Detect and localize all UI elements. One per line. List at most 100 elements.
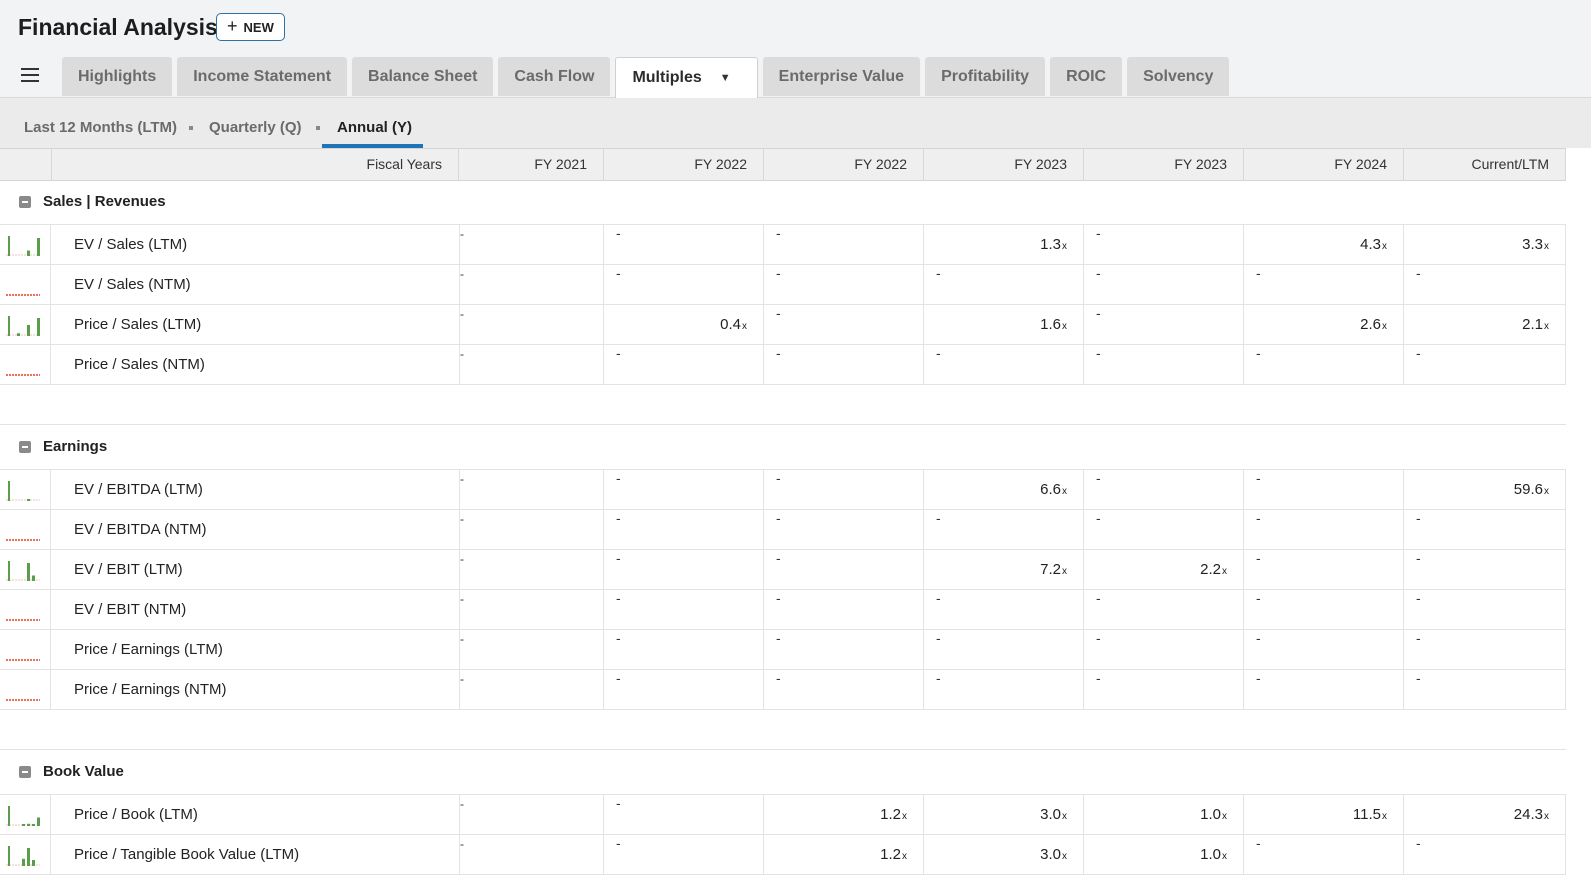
hamburger-menu-icon[interactable] xyxy=(21,68,39,82)
empty-value: - xyxy=(1256,630,1261,646)
new-button[interactable]: + NEW xyxy=(216,13,285,41)
column-header[interactable]: FY 2023 xyxy=(1084,149,1244,180)
collapse-icon[interactable] xyxy=(19,441,31,453)
sparkline-chart xyxy=(0,550,51,589)
value-unit: x xyxy=(1222,566,1227,577)
empty-value: - xyxy=(460,307,464,321)
tab-highlights[interactable]: Highlights xyxy=(62,57,173,96)
sparkline-bar xyxy=(27,563,30,581)
empty-value: - xyxy=(936,630,941,646)
period-annual[interactable]: Annual (Y) xyxy=(337,119,412,136)
tab-multiples[interactable]: Multiples ▼ xyxy=(615,57,758,98)
table-row[interactable]: EV / EBITDA (NTM) - - - - - - - xyxy=(0,510,1566,550)
column-header[interactable]: FY 2023 xyxy=(924,149,1084,180)
value-unit: x xyxy=(1382,811,1387,822)
table-row[interactable]: Price / Book (LTM) - -1.2x 3.0x 1.0x 11.5x 24.… xyxy=(0,795,1566,835)
empty-value: - xyxy=(1416,630,1421,646)
column-header[interactable]: FY 2024 xyxy=(1244,149,1404,180)
row-label: EV / EBIT (LTM) xyxy=(74,561,183,578)
column-header[interactable]: Current/LTM xyxy=(1404,149,1566,180)
table-row[interactable]: Price / Earnings (LTM) - - - - - - - xyxy=(0,630,1566,670)
value-cell: - xyxy=(764,670,924,709)
value-cell: - xyxy=(1244,630,1404,669)
table-row[interactable]: Price / Tangible Book Value (LTM) - -1.2x 3… xyxy=(0,835,1566,875)
table-row[interactable]: Price / Sales (NTM) - - - - - - - xyxy=(0,345,1566,385)
tab-label: Income Statement xyxy=(193,67,332,85)
row-label: Price / Sales (LTM) xyxy=(74,316,202,333)
tab-balance-sheet[interactable]: Balance Sheet xyxy=(352,57,494,96)
table-row[interactable]: EV / Sales (NTM) - - - - - - - xyxy=(0,265,1566,305)
value-cell: 1.0x xyxy=(1084,835,1244,874)
sparkline-bar xyxy=(32,824,35,826)
section-title: Book Value xyxy=(43,763,124,780)
value-cell: - xyxy=(1244,265,1404,304)
sparkline-bar xyxy=(37,238,40,256)
row-label: Price / Sales (NTM) xyxy=(74,356,205,373)
tab-income-statement[interactable]: Income Statement xyxy=(177,57,348,96)
empty-value: - xyxy=(616,795,621,811)
empty-value: - xyxy=(1256,590,1261,606)
table-row[interactable]: EV / EBIT (NTM) - - - - - - - xyxy=(0,590,1566,630)
value-number: 11.5 xyxy=(1352,806,1381,823)
sparkline-bar xyxy=(27,848,30,866)
value-number: 4.3 xyxy=(1360,236,1381,253)
separator-dot xyxy=(316,126,320,130)
column-header[interactable]: FY 2022 xyxy=(764,149,924,180)
value-cell: - xyxy=(459,550,604,589)
empty-value: - xyxy=(936,510,941,526)
empty-value: - xyxy=(1256,670,1261,686)
column-header[interactable]: FY 2021 xyxy=(459,149,604,180)
tab-bar: Highlights Income Statement Balance Sheet C… xyxy=(62,57,1230,98)
value-cell: - xyxy=(459,345,604,384)
empty-value: - xyxy=(1256,835,1261,851)
tab-profitability[interactable]: Profitability xyxy=(925,57,1046,96)
tab-enterprise-value[interactable]: Enterprise Value xyxy=(762,57,921,96)
chevron-down-icon[interactable]: ▼ xyxy=(720,72,731,84)
value-cell: - xyxy=(924,265,1084,304)
sparkline-chart xyxy=(0,510,51,549)
value-cell: 1.2x xyxy=(764,835,924,874)
empty-value: - xyxy=(1416,265,1421,281)
empty-value: - xyxy=(616,835,621,851)
empty-value: - xyxy=(616,590,621,606)
table-row[interactable]: EV / Sales (LTM) - - -1.3x -4.3x 3.3x xyxy=(0,225,1566,265)
empty-value: - xyxy=(776,265,781,281)
empty-value: - xyxy=(776,670,781,686)
row-label: EV / EBIT (NTM) xyxy=(74,601,187,618)
value-cell: - xyxy=(764,225,924,264)
tab-cash-flow[interactable]: Cash Flow xyxy=(498,57,611,96)
sparkline-bar xyxy=(27,324,30,336)
section-spacer xyxy=(0,710,1566,750)
empty-value: - xyxy=(1416,835,1421,851)
tab-solvency[interactable]: Solvency xyxy=(1127,57,1230,96)
value-cell: - xyxy=(1084,630,1244,669)
section-title: Earnings xyxy=(43,438,108,455)
table-row[interactable]: EV / EBITDA (LTM) - - -6.6x - -59.6x xyxy=(0,470,1566,510)
tab-roic[interactable]: ROIC xyxy=(1050,57,1123,96)
empty-value: - xyxy=(936,345,941,361)
table-row[interactable]: EV / EBIT (LTM) - - -7.2x 2.2x - - xyxy=(0,550,1566,590)
value-cell: - xyxy=(1404,345,1566,384)
collapse-icon[interactable] xyxy=(19,766,31,778)
column-header[interactable]: FY 2022 xyxy=(604,149,764,180)
value-cell: - xyxy=(924,630,1084,669)
table-header: Fiscal Years FY 2021 FY 2022 FY 2022 FY 202… xyxy=(0,148,1566,181)
value-cell: - xyxy=(459,835,604,874)
empty-value: - xyxy=(460,592,464,606)
empty-value: - xyxy=(616,630,621,646)
value-cell: - xyxy=(764,305,924,344)
value-cell: - xyxy=(924,510,1084,549)
row-label: EV / Sales (LTM) xyxy=(74,236,188,253)
table-row[interactable]: Price / Sales (LTM) -0.4x -1.6x -2.6x 2.1x xyxy=(0,305,1566,345)
tab-label: Profitability xyxy=(941,67,1030,85)
value-number: 6.6 xyxy=(1040,481,1061,498)
value-cell: - xyxy=(764,630,924,669)
table-row[interactable]: Price / Earnings (NTM) - - - - - - - xyxy=(0,670,1566,710)
sparkline-bar xyxy=(32,575,35,581)
tab-label: ROIC xyxy=(1066,67,1107,85)
value-cell: - xyxy=(1404,630,1566,669)
period-quarterly[interactable]: Quarterly (Q) xyxy=(209,119,302,136)
value-cell: - xyxy=(604,345,764,384)
period-ltm[interactable]: Last 12 Months (LTM) xyxy=(24,119,177,136)
collapse-icon[interactable] xyxy=(19,196,31,208)
